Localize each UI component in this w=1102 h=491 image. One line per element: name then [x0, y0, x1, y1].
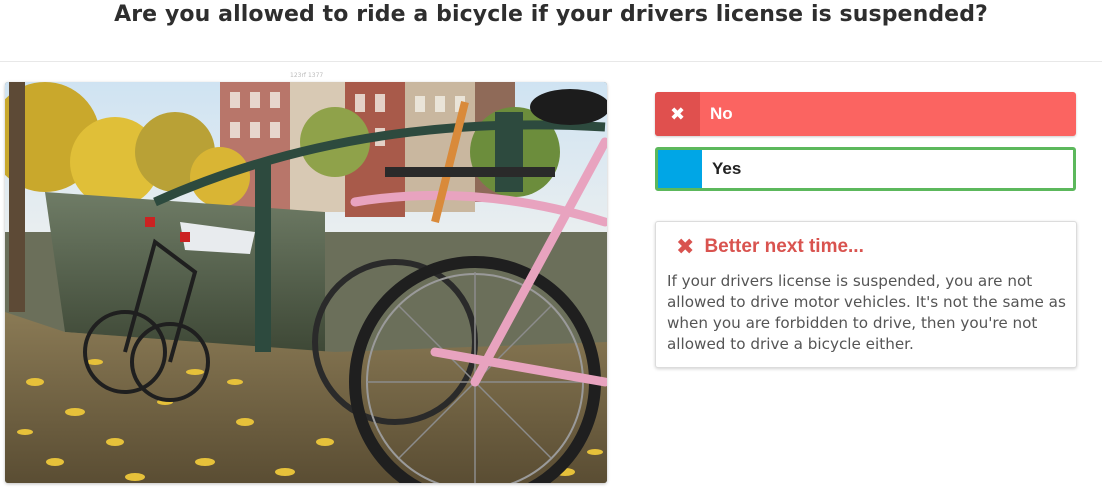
page-header: Are you allowed to ride a bicycle if you… [0, 0, 1102, 62]
feedback-explanation: If your drivers license is suspended, yo… [667, 272, 1066, 353]
question-title: Are you allowed to ride a bicycle if you… [114, 2, 988, 27]
times-icon: ✖ [676, 234, 695, 259]
answer-label: No [710, 104, 733, 123]
answer-label: Yes [712, 159, 742, 178]
question-image [5, 82, 607, 483]
photo-credit: 123rf 1377 [290, 72, 324, 79]
answer-yes-button[interactable]: Yes [655, 147, 1076, 191]
feedback-heading-text: Better next time... [704, 236, 864, 257]
feedback-panel: ✖ Better next time... If your drivers li… [655, 221, 1077, 368]
times-icon: ✖ [655, 92, 700, 136]
feedback-heading: ✖ Better next time... [676, 236, 864, 258]
answer-no-button[interactable]: ✖ No [655, 92, 1076, 136]
correct-marker [658, 150, 702, 188]
